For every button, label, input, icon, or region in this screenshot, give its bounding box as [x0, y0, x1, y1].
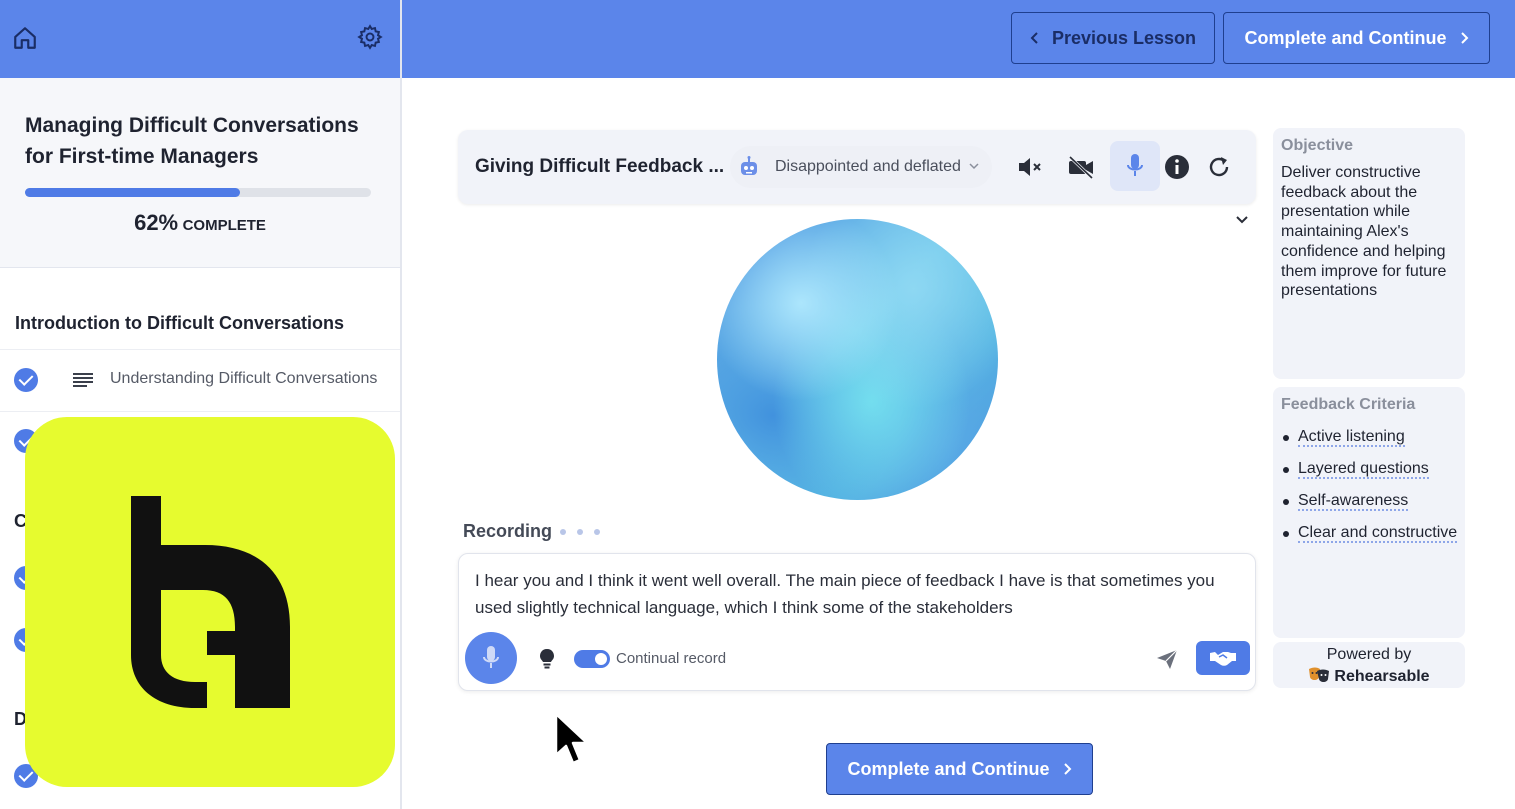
previous-lesson-button[interactable]: Previous Lesson [1011, 12, 1215, 64]
text-lines-icon [73, 373, 93, 387]
record-button[interactable] [465, 632, 517, 684]
criteria-heading: Feedback Criteria [1281, 396, 1416, 413]
progress-bar [25, 188, 371, 197]
criteria-label: Self-awareness [1298, 492, 1409, 511]
progress-label: 62% COMPLETE [0, 210, 400, 236]
recording-dot [577, 529, 583, 535]
microphone-icon [483, 646, 499, 668]
lesson-label: Understanding Difficult Conversations [110, 370, 378, 387]
end-conversation-button[interactable] [1196, 641, 1250, 675]
lightbulb-icon[interactable] [537, 648, 557, 670]
complete-continue-bottom-button[interactable]: Complete and Continue [826, 743, 1093, 795]
complete-continue-top-button[interactable]: Complete and Continue [1223, 12, 1490, 64]
recording-label: Recording [463, 521, 553, 541]
recording-dot [560, 529, 566, 535]
previous-lesson-label: Previous Lesson [1051, 27, 1197, 48]
objective-heading: Objective [1281, 137, 1354, 154]
criteria-list: Active listening Layered questions Self-… [1283, 425, 1458, 553]
gear-icon[interactable] [357, 24, 383, 50]
robot-icon [741, 156, 757, 175]
criteria-item[interactable]: Active listening [1283, 425, 1458, 448]
ai-avatar-orb [717, 219, 998, 500]
brand-logo [25, 417, 395, 787]
transcript-input[interactable]: I hear you and I think it went well over… [475, 567, 1245, 621]
complete-continue-bottom-label: Complete and Continue [847, 758, 1050, 779]
scenario-title: Giving Difficult Feedback ... [475, 156, 725, 177]
mouse-cursor-icon [554, 712, 589, 765]
scenario-toolbar: Giving Difficult Feedback ... Disappoint… [458, 130, 1256, 204]
powered-by-badge[interactable]: Powered by Rehearsable [1273, 642, 1465, 688]
feedback-criteria-panel: Feedback Criteria Active listening Layer… [1273, 387, 1465, 638]
objective-text: Deliver constructive feedback about the … [1281, 164, 1447, 300]
progress-percent: 62% [134, 210, 179, 235]
response-composer: I hear you and I think it went well over… [458, 553, 1256, 691]
recording-dot [594, 529, 600, 535]
criteria-label: Clear and constructive [1298, 524, 1458, 543]
course-title: Managing Difficult Conversations for Fir… [25, 114, 359, 168]
send-icon[interactable] [1155, 647, 1179, 671]
handshake-icon [1210, 652, 1236, 666]
continual-record-label: Continual record [616, 650, 727, 667]
objective-panel: Objective Deliver constructive feedback … [1273, 128, 1465, 379]
chevron-right-icon [1063, 763, 1071, 775]
sidebar-divider [400, 0, 402, 809]
criteria-item[interactable]: Clear and constructive [1283, 521, 1458, 544]
complete-continue-top-label: Complete and Continue [1244, 27, 1447, 48]
home-icon[interactable] [12, 25, 38, 51]
continual-record-toggle[interactable] [574, 650, 610, 668]
chevron-left-icon [1030, 32, 1038, 44]
section-title: Introduction to Difficult Conversations [15, 313, 344, 333]
camera-off-icon[interactable] [1066, 152, 1096, 182]
criteria-item[interactable]: Layered questions [1283, 457, 1458, 480]
check-circle-icon [14, 368, 38, 392]
chevron-down-icon [969, 163, 979, 170]
criteria-label: Layered questions [1298, 460, 1429, 479]
brand-label: Rehearsable [1334, 668, 1430, 685]
mood-select[interactable]: Disappointed and deflated [730, 146, 992, 188]
criteria-label: Active listening [1298, 428, 1405, 447]
microphone-icon [1127, 154, 1143, 176]
powered-by-label: Powered by [1326, 646, 1412, 663]
theater-masks-icon [1309, 667, 1330, 682]
microphone-toggle[interactable] [1110, 141, 1160, 191]
lesson-item[interactable]: Understanding Difficult Conversations [0, 349, 400, 409]
progress-bar-fill [25, 188, 240, 197]
mood-value: Disappointed and deflated [775, 158, 961, 175]
logo-mark-icon [131, 496, 290, 708]
info-icon[interactable] [1162, 152, 1192, 182]
brand-name: Rehearsable [1273, 667, 1465, 686]
progress-complete-word: COMPLETE [182, 217, 266, 234]
sidebar-header [0, 0, 400, 78]
mute-speaker-icon[interactable] [1014, 152, 1044, 182]
chevron-right-icon [1460, 32, 1468, 44]
collapse-chevron-icon[interactable] [1234, 213, 1250, 227]
refresh-icon[interactable] [1204, 152, 1234, 182]
course-summary: Managing Difficult Conversations for Fir… [0, 78, 400, 268]
criteria-item[interactable]: Self-awareness [1283, 489, 1458, 512]
